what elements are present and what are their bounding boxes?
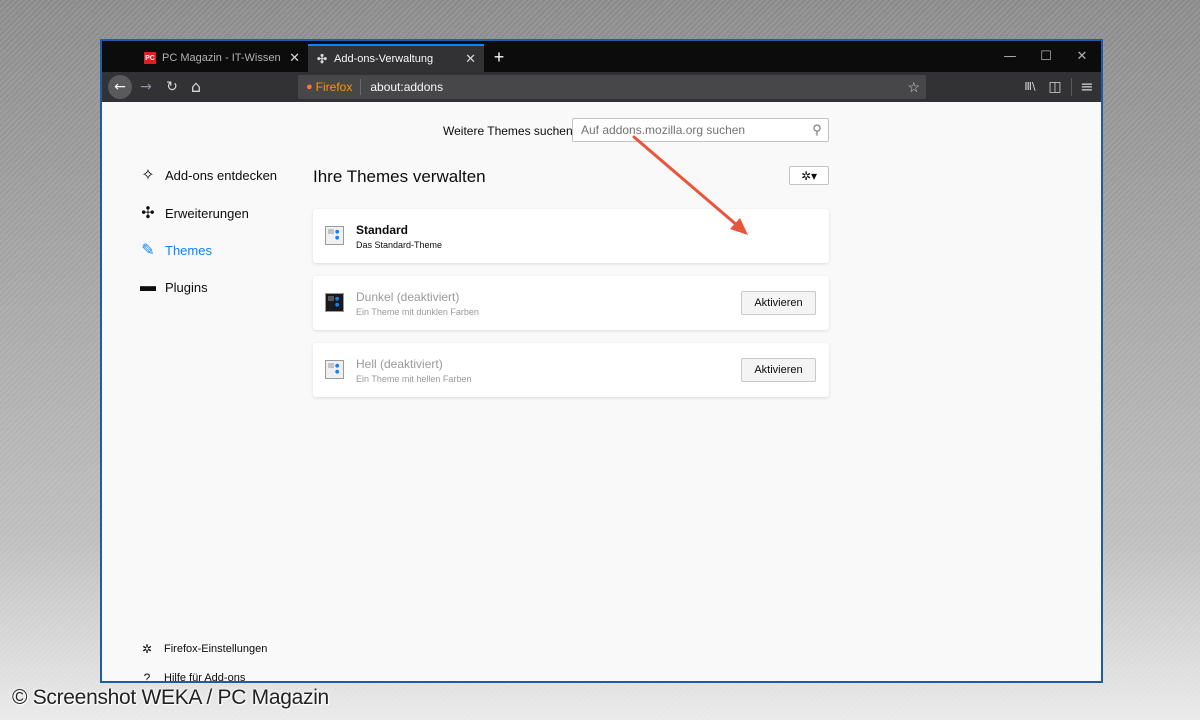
theme-description: Das Standard-Theme [356,240,443,250]
close-tab-icon[interactable]: ✕ [289,50,300,66]
addons-page: Weitere Themes suchen ⚲ ✧ Add-ons entdec… [102,102,1101,681]
theme-name: Hell (deaktiviert) [356,357,443,371]
minimize-button[interactable]: — [992,44,1028,70]
tab-pc-magazin[interactable]: PC PC Magazin - IT-Wissen ohne F ✕ [136,44,308,72]
library-button[interactable]: Ⅲ\ [1018,75,1042,99]
tab-title: PC Magazin - IT-Wissen ohne F [162,52,283,64]
pc-magazin-favicon-icon: PC [144,52,156,64]
sidebar-item-label: Add-ons entdecken [165,167,278,183]
puzzle-icon: ✣ [316,52,328,66]
search-input[interactable] [573,123,806,137]
bookmark-star-icon[interactable]: ☆ [907,79,926,96]
theme-preview-icon: ● ● [325,360,344,379]
reload-button[interactable]: ↻ [160,75,184,99]
page-title: Ihre Themes verwalten [313,167,486,186]
footer-label: Firefox-Einstellungen [164,643,268,655]
url-brand-label: Firefox [315,80,353,94]
sidebar-item-label: Plugins [165,279,208,295]
copyright-watermark: © Screenshot WEKA / PC Magazin [12,686,329,709]
theme-card-hell[interactable]: ● ● Hell (deaktiviert) Ein Theme mit hell… [313,343,829,397]
theme-preview-icon: ● ● [325,226,344,245]
sidebar-item-label: Erweiterungen [165,205,249,221]
sidebar-item-extensions[interactable]: ✣ Erweiterungen [138,203,249,223]
search-label: Weitere Themes suchen [443,124,573,138]
sidebar-toggle-button[interactable]: ◫ [1043,75,1067,99]
sidebar-item-themes[interactable]: ✎ Themes [138,240,212,260]
firefox-icon: ● [306,81,313,93]
gear-icon: ✲▾ [800,168,818,183]
gear-icon: ✲ [141,642,153,656]
plugin-icon: ▬ [140,278,156,295]
theme-preview-icon: ● ● [325,293,344,312]
maximize-button[interactable]: ☐ [1028,44,1064,70]
url-bar[interactable]: ● Firefox about:addons ☆ [298,75,926,99]
sidebar-item-plugins[interactable]: ▬ Plugins [138,277,208,297]
new-tab-button[interactable]: + [488,45,510,69]
identity-box[interactable]: ● Firefox [298,79,362,95]
home-button[interactable]: ⌂ [184,75,208,99]
search-field[interactable]: ⚲ [572,118,829,142]
toolbar-separator [1071,78,1072,96]
theme-card-standard[interactable]: ● ● Standard Das Standard-Theme [313,209,829,263]
theme-name: Standard [356,223,409,237]
forward-button[interactable]: → [134,75,158,99]
theme-description: Ein Theme mit hellen Farben [356,374,472,384]
close-window-button[interactable]: ✕ [1064,44,1100,70]
navigation-toolbar: ← → ↻ ⌂ ● Firefox about:addons ☆ Ⅲ\ ◫ ≡ [102,72,1101,102]
tab-title: Add-ons-Verwaltung [334,53,434,65]
close-tab-icon[interactable]: ✕ [465,51,476,67]
activate-button[interactable]: Aktivieren [741,358,816,382]
tab-addons-manager[interactable]: ✣ Add-ons-Verwaltung ✕ [308,44,484,72]
theme-name: Dunkel (deaktiviert) [356,290,460,304]
footer-label: Hilfe für Add-ons [164,672,246,683]
addons-help-link[interactable]: ? Hilfe für Add-ons [140,671,246,683]
firefox-settings-link[interactable]: ✲ Firefox-Einstellungen [140,642,267,656]
sidebar-item-label: Themes [165,242,212,258]
activate-button[interactable]: Aktivieren [741,291,816,315]
discover-icon: ✧ [141,167,155,184]
back-button[interactable]: ← [108,75,132,99]
puzzle-icon: ✣ [141,205,155,222]
tab-bar: PC PC Magazin - IT-Wissen ohne F ✕ ✣ Add… [102,41,1101,72]
sidebar-item-discover[interactable]: ✧ Add-ons entdecken [138,165,277,185]
url-text[interactable]: about:addons [361,80,907,94]
menu-button[interactable]: ≡ [1075,75,1099,99]
help-icon: ? [143,671,151,683]
tools-menu-button[interactable]: ✲▾ [789,166,829,185]
search-icon[interactable]: ⚲ [806,122,828,138]
browser-window: PC PC Magazin - IT-Wissen ohne F ✕ ✣ Add… [100,39,1103,683]
theme-card-dunkel[interactable]: ● ● Dunkel (deaktiviert) Ein Theme mit du… [313,276,829,330]
brush-icon: ✎ [141,242,155,259]
theme-description: Ein Theme mit dunklen Farben [356,307,479,317]
